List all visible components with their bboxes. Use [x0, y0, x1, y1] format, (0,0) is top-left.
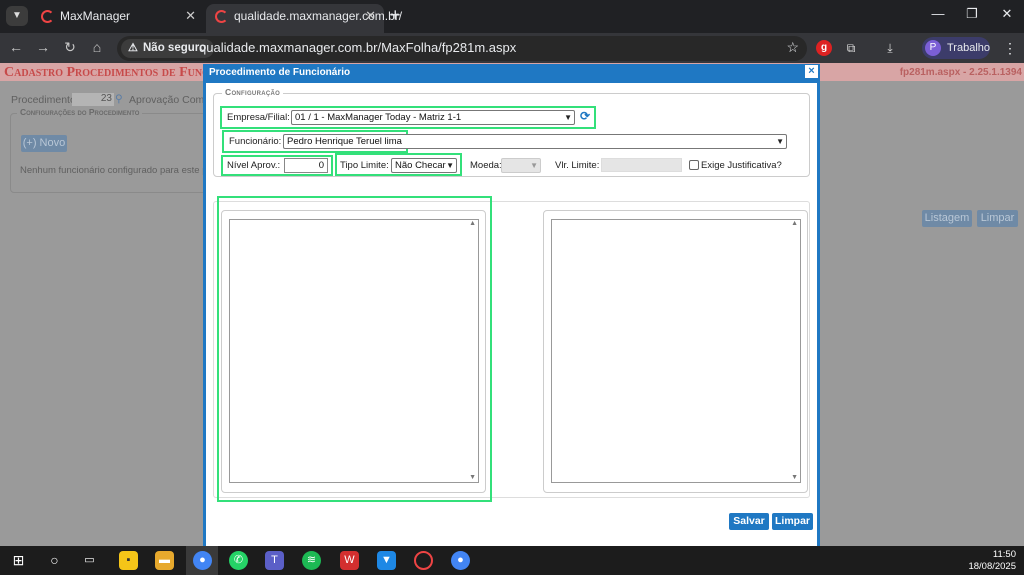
window-close-icon[interactable]: ✕ — [997, 6, 1017, 22]
limpar-button[interactable]: Limpar — [772, 513, 813, 530]
dialog-title-text: Procedimento de Funcionário — [209, 67, 351, 78]
clock-time: 11:50 — [992, 549, 1016, 560]
tab-search-button[interactable]: ▼ — [6, 6, 28, 26]
exige-justificativa-checkbox[interactable] — [689, 160, 699, 170]
vpn-icon[interactable]: ▼ — [377, 551, 396, 570]
maxmanager-app-icon[interactable] — [414, 551, 433, 570]
page-title: Cadastro Procedimentos de Func — [4, 65, 210, 80]
chevron-down-icon: ▼ — [446, 161, 454, 170]
procedimento-config-section: Configurações do Procedimento (+) Novo N… — [10, 107, 225, 193]
reload-icon[interactable]: ↻ — [62, 39, 78, 56]
empty-message: Nenhum funcionário configurado para este… — [20, 165, 211, 176]
nivel-label: Nível Aprov.: — [227, 160, 281, 171]
download-icon[interactable]: ⤓ — [882, 40, 898, 56]
scroll-down-icon[interactable]: ▼ — [791, 474, 798, 481]
left-list-highlight — [217, 196, 492, 502]
page-version: fp281m.aspx - 2.25.1.1394 — [899, 67, 1022, 78]
chevron-down-icon: ▼ — [564, 113, 572, 122]
tipo-limite-value: Não Checar — [395, 160, 446, 171]
right-listbox[interactable]: ▲ ▼ — [551, 219, 801, 483]
extensions-puzzle-icon[interactable]: ⧉ — [843, 40, 859, 56]
file-explorer-icon[interactable]: ▬ — [155, 551, 174, 570]
avatar: P — [925, 40, 941, 56]
url-text[interactable]: qualidade.maxmanager.com.br/MaxFolha/fp2… — [199, 40, 516, 55]
task-view-icon[interactable]: ▭ — [80, 551, 99, 570]
windows-start-icon[interactable]: ⊞ — [9, 551, 28, 570]
chevron-down-icon: ▼ — [776, 137, 784, 146]
search-icon[interactable]: ○ — [45, 551, 64, 570]
warning-icon: ⚠ — [128, 42, 138, 54]
loading-favicon-icon — [215, 10, 228, 23]
bookmark-star-icon[interactable]: ☆ — [786, 39, 799, 56]
salvar-button[interactable]: Salvar — [729, 513, 769, 530]
browser-menu-icon[interactable]: ⋮ — [1003, 40, 1017, 57]
right-list-panel: ▲ ▼ — [543, 210, 808, 493]
funcionario-value: Pedro Henrique Teruel lima — [287, 136, 402, 147]
teams-icon[interactable]: T — [265, 551, 284, 570]
chevron-down-icon: ▼ — [530, 161, 538, 170]
tab-close-icon[interactable]: ✕ — [185, 4, 196, 28]
wps-office-icon[interactable]: W — [340, 551, 359, 570]
tab-qualidade[interactable]: qualidade.maxmanager.com.br/ ✕ — [206, 4, 402, 33]
system-clock[interactable]: 11:50 18/08/2025 — [968, 549, 1016, 573]
home-icon[interactable]: ⌂ — [89, 39, 105, 55]
procedimento-field[interactable]: 23 — [72, 93, 114, 106]
configuracao-title: Configuração — [222, 87, 284, 97]
dialog-title: Procedimento de Funcionário — [203, 64, 820, 82]
procedimento-label: Procedimento: — [11, 94, 79, 106]
configuracao-fieldset: Configuração Empresa/Filial: 01 / 1 - Ma… — [213, 87, 810, 177]
maxmanager-favicon-icon — [41, 10, 54, 23]
taskbar: ⊞ ○ ▭ ▪ ▬ ● ✆ T ≋ W ▼ ● 11:50 18/08/2025 — [0, 546, 1024, 575]
chrome-profile-icon[interactable]: ● — [451, 551, 470, 570]
profile-label: Trabalho — [947, 42, 991, 54]
security-label: Não seguro — [143, 42, 207, 54]
address-bar[interactable]: ⚠ Não seguro qualidade.maxmanager.com.br… — [117, 36, 807, 61]
moeda-label: Moeda: — [470, 160, 502, 171]
clock-date: 18/08/2025 — [968, 561, 1016, 572]
back-icon[interactable]: ← — [8, 39, 24, 55]
profile-button[interactable]: P Trabalho — [922, 37, 990, 59]
empresa-select[interactable]: 01 / 1 - MaxManager Today - Matriz 1-1 ▼ — [291, 110, 575, 125]
moeda-select[interactable]: ▼ — [501, 158, 541, 173]
empresa-label: Empresa/Filial: — [227, 112, 290, 123]
page-limpar-button[interactable]: Limpar — [977, 210, 1018, 227]
scroll-up-icon[interactable]: ▲ — [791, 220, 798, 227]
vlr-limite-label: Vlr. Limite: — [555, 160, 600, 171]
listagem-button[interactable]: Listagem — [922, 210, 972, 227]
exige-justificativa-label: Exige Justificativa? — [701, 160, 782, 171]
forward-icon[interactable]: → — [35, 39, 51, 55]
restore-icon[interactable]: ❐ — [962, 6, 982, 22]
sticky-notes-icon[interactable]: ▪ — [119, 551, 138, 570]
refresh-icon[interactable]: ⟳ — [580, 109, 590, 123]
search-icon[interactable]: ⚲ — [115, 93, 123, 105]
novo-button[interactable]: (+) Novo — [21, 135, 67, 152]
funcionario-select[interactable]: Pedro Henrique Teruel lima ▼ — [283, 134, 787, 149]
dialog-close-icon[interactable]: × — [805, 65, 818, 78]
dialog-body: Configuração Empresa/Filial: 01 / 1 - Ma… — [206, 83, 817, 546]
tab-close-icon[interactable]: ✕ — [365, 4, 376, 28]
minimize-icon[interactable]: — — [928, 6, 948, 21]
nivel-input[interactable]: 0 — [284, 158, 328, 173]
chrome-icon[interactable]: ● — [193, 551, 212, 570]
tipo-limite-select[interactable]: Não Checar ▼ — [391, 158, 457, 173]
browser-toolbar: ← → ↻ ⌂ ⚠ Não seguro qualidade.maxmanage… — [0, 33, 1024, 63]
tab-maxmanager[interactable]: MaxManager ✕ — [32, 4, 204, 33]
tipo-limite-label: Tipo Limite: — [340, 160, 389, 171]
browser-tab-bar: ▼ MaxManager ✕ qualidade.maxmanager.com.… — [0, 0, 1024, 33]
tab-title: qualidade.maxmanager.com.br/ — [234, 9, 403, 23]
section-title: Configurações do Procedimento — [17, 107, 143, 117]
empresa-value: 01 / 1 - MaxManager Today - Matriz 1-1 — [295, 112, 462, 123]
procedimento-desc: Aprovação Comer — [129, 94, 214, 106]
tab-title: MaxManager — [60, 9, 131, 23]
spotify-icon[interactable]: ≋ — [302, 551, 321, 570]
grammarly-extension-icon[interactable]: g — [816, 40, 832, 56]
whatsapp-icon[interactable]: ✆ — [229, 551, 248, 570]
new-tab-icon[interactable]: + — [390, 5, 401, 25]
procedimento-funcionario-dialog: Procedimento de Funcionário × Configuraç… — [203, 64, 820, 546]
vlr-limite-input[interactable] — [601, 158, 682, 172]
funcionario-label: Funcionário: — [229, 136, 282, 147]
